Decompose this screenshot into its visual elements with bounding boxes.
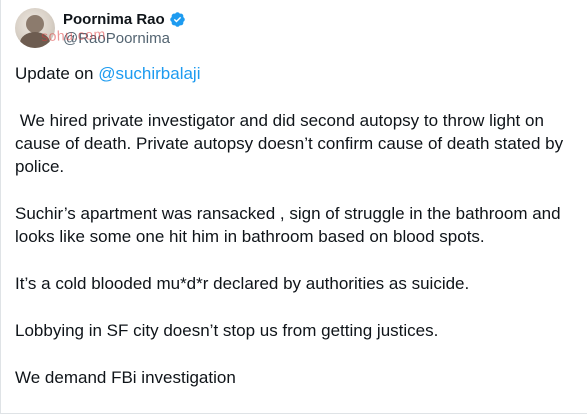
tweet-card: Poornima Rao @RaoPoornima sohu.com Updat… [0, 0, 587, 414]
tweet-paragraph: It’s a cold blooded mu*d*r declared by a… [15, 274, 470, 293]
author-handle[interactable]: @RaoPoornima [63, 30, 186, 47]
tweet-text: Update on @suchirbalaji We hired private… [15, 62, 580, 389]
avatar-body-shape [20, 32, 50, 48]
name-row: Poornima Rao [63, 9, 186, 29]
verified-badge-icon [169, 11, 186, 28]
tweet-paragraph: We demand FBi investigation [15, 368, 236, 387]
tweet-intro-line: Update on @suchirbalaji [15, 62, 580, 85]
intro-prefix: Update on [15, 64, 99, 83]
avatar[interactable] [15, 8, 55, 48]
tweet-paragraph: We hired private investigator and did se… [15, 111, 568, 176]
mention-link[interactable]: @suchirbalaji [98, 64, 200, 83]
author-names: Poornima Rao @RaoPoornima [63, 9, 186, 47]
display-name[interactable]: Poornima Rao [63, 11, 165, 28]
tweet-paragraph: Suchir’s apartment was ransacked , sign … [15, 204, 561, 246]
tweet-header: Poornima Rao @RaoPoornima [15, 8, 186, 52]
tweet-paragraph: Lobbying in SF city doesn’t stop us from… [15, 321, 439, 340]
avatar-head-shape [26, 15, 44, 33]
